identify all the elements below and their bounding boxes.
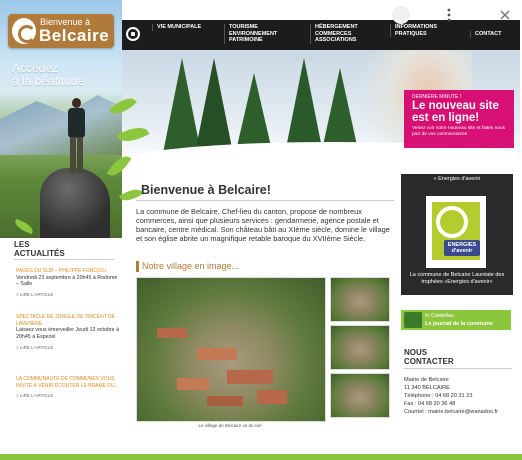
news-item-text: Laissez vous émerveiller Jeudi 13 octobr… [16,327,120,340]
energy-badge-text: ENERGIES d'avenir [447,242,477,254]
footer-bar [0,454,522,460]
roof-shape [197,348,237,360]
home-icon[interactable] [126,27,140,41]
main-nav: Vie municipale Tourisme environnement pa… [122,20,520,50]
contact-line: 11 340 BELCAIRE [404,385,450,391]
logo-big-text: Belcaire [39,26,110,45]
news-item-title[interactable]: PAGES DU SUD – PHILIPPE FORCIOLI [16,268,120,275]
news-item: PAGES DU SUD – PHILIPPE FORCIOLI Vendred… [16,268,120,297]
contact-line: Fax : 04 68 20 36 48 [404,401,456,407]
tagline: Accédez à la béatitude [12,62,84,88]
photo-caption: Le village de Belcaire vu du ciel [198,423,262,428]
news-item-title[interactable]: SPECTACLE DE JONGLE DE VINCENT DE LAVENÈ… [16,314,120,327]
nav-informations[interactable]: Informations pratiques [390,24,451,37]
nav-contact[interactable]: Contact [470,31,515,38]
site-logo[interactable]: Bienvenue à Belcaire [8,14,114,48]
logo-icon [12,18,36,44]
divider [136,200,394,201]
more-icon[interactable] [440,6,458,24]
village-thumbnail[interactable] [330,325,390,370]
news-announcement[interactable]: DERNIÈRE MINUTE ! Le nouveau site est en… [404,90,514,148]
mountain-shape [0,95,122,155]
close-icon[interactable] [496,6,514,24]
village-thumbnail[interactable] [330,373,390,418]
hiker-photo: Bienvenue à Belcaire Accédez à la béatit… [0,0,122,238]
village-heading-text: Notre village en image... [142,261,240,271]
announcement-text: Venez voir notre nouveau site et faites … [412,126,506,137]
divider [404,368,512,369]
roof-shape [257,390,287,404]
contact-line: Téléphone : 04 68 20 31 23 [404,393,473,399]
intro-text: La commune de Belcaire, Chef-lieu du can… [136,207,390,243]
news-item: SPECTACLE DE JONGLE DE VINCENT DE LAVENÈ… [16,314,120,350]
contact-block: Mairie de Belcaire 11 340 BELCAIRE Télép… [404,376,518,416]
announcement-title: Le nouveau site est en ligne! [412,100,499,124]
energy-heading: « Energies d'avenir [401,174,513,185]
energy-caption: La commune de Belcaire Lauréate des trop… [409,272,505,285]
read-more-link[interactable]: > LIRE L'ARTICLE [16,292,120,297]
gazette-thumbnail [404,312,422,328]
contact-email-link[interactable]: Courriel : mairie.belcaire@wanadoo.fr [404,408,518,416]
leaf-decoration [118,185,144,205]
roof-shape [177,378,209,390]
roof-shape [207,396,243,406]
contact-heading: Nous contacter [404,348,454,366]
contact-line: Mairie de Belcaire [404,377,449,383]
heading-bar [136,261,139,272]
news-item-text: Vendredi 23 septembre à 20h45 à Rodome –… [16,274,118,288]
news-item-title[interactable]: LA COMMUNAUTÉ DE COMMUNES VOUS INVITE À … [16,376,120,389]
gazette-name: In Castellas [425,313,454,319]
rock-shape [40,168,110,238]
village-thumbnail[interactable] [330,277,390,322]
nav-vie-municipale[interactable]: Vie municipale [152,24,219,31]
village-aerial-photo[interactable] [136,277,326,422]
read-more-link[interactable]: > LIRE L'ARTICLE [16,345,120,350]
hiker-figure [66,98,86,176]
gazette-subtitle: Le journal de la commune [425,321,493,327]
divider [14,259,114,260]
nav-tourisme[interactable]: Tourisme environnement patrimoine [224,24,299,44]
page: Bienvenue à Belcaire Accédez à la béatit… [0,0,522,460]
nav-hebergement[interactable]: Hébergement commerces associations [310,24,383,44]
tagline-line-2: à la béatitude [12,74,85,88]
read-more-link[interactable]: > LIRE L'ARTICLE [16,393,120,398]
lens-icon[interactable] [392,6,410,24]
energy-award-logo[interactable]: ENERGIES d'avenir [426,196,486,268]
roof-shape [157,328,187,338]
gazette-link[interactable]: In Castellas Le journal de la commune [401,310,511,330]
news-item: LA COMMUNAUTÉ DE COMMUNES VOUS INVITE À … [16,376,120,398]
roof-shape [227,370,273,384]
news-heading: Les actualités [14,240,65,258]
energy-heading-text: « Energies d'avenir [433,176,481,182]
page-title: Bienvenue à Belcaire! [141,183,271,197]
